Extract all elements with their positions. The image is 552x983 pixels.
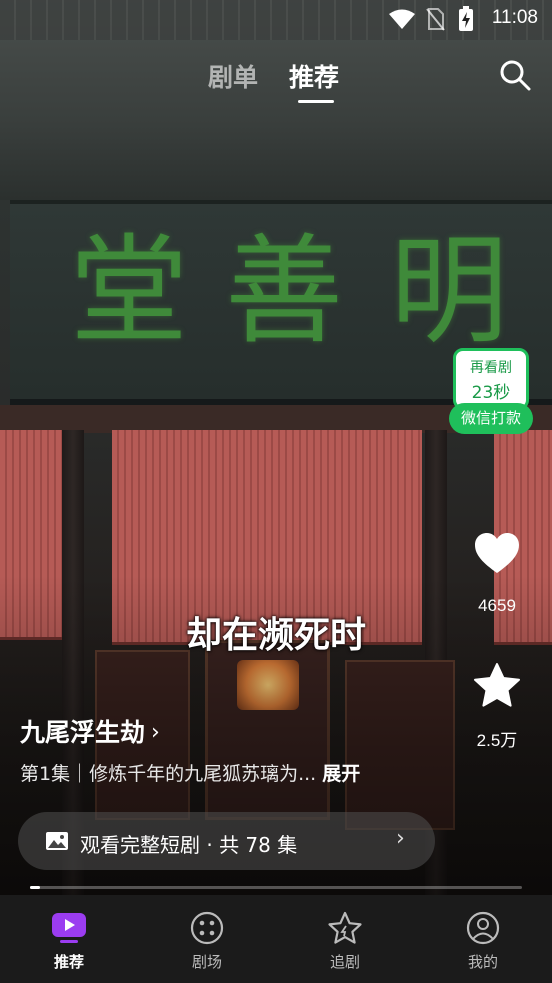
reward-label: 再看剧: [470, 360, 512, 376]
play-tv-icon: [52, 913, 86, 943]
reward-card: 再看剧 23秒: [453, 348, 529, 410]
watch-full-drama-button[interactable]: 观看完整短剧 · 共 78 集 ›: [18, 812, 435, 870]
wechat-payout-button[interactable]: 微信打款: [449, 403, 533, 434]
favorite-count: 2.5万: [476, 731, 518, 750]
watch-full-label: 观看完整短剧 · 共 78 集: [80, 833, 298, 857]
plaque-char: 明: [390, 222, 509, 360]
status-bar: 11:08: [0, 0, 552, 36]
plaque-char: 善: [225, 222, 344, 360]
chevron-right-icon: ›: [151, 720, 160, 745]
battery-charging-icon: [459, 6, 473, 31]
bottom-nav: 推荐 剧场 追剧 我的: [0, 895, 552, 983]
nav-item-follow[interactable]: 追剧: [276, 895, 414, 983]
video-progress-fill: [30, 886, 40, 889]
plaque-char: 堂: [70, 222, 189, 360]
nav-label: 我的: [467, 953, 498, 971]
nav-item-recommend[interactable]: 推荐: [0, 895, 138, 983]
video-subtitle: 却在濒死时: [185, 615, 366, 656]
drama-title: 九尾浮生劫: [20, 718, 146, 747]
nav-item-profile[interactable]: 我的: [414, 895, 552, 983]
drama-title-link[interactable]: 九尾浮生劫 ›: [20, 713, 160, 747]
episode-text: 第1集｜修炼千年的九尾狐苏璃为...: [20, 763, 317, 785]
star-icon: [328, 911, 362, 944]
top-tabs: 剧单 推荐: [0, 58, 552, 108]
search-icon[interactable]: [498, 58, 532, 92]
status-time: 11:08: [491, 7, 538, 28]
episode-description[interactable]: 第1集｜修炼千年的九尾狐苏璃为... 展开: [20, 759, 360, 786]
nav-label: 推荐: [53, 953, 84, 971]
nav-label: 剧场: [191, 953, 222, 971]
favorite-star-icon[interactable]: [473, 662, 521, 710]
profile-icon: [466, 911, 500, 945]
wifi-icon: [389, 9, 415, 29]
reward-countdown-badge[interactable]: 再看剧 23秒 微信打款: [449, 348, 533, 434]
chevron-right-icon: ›: [396, 826, 405, 851]
video-progress-bar[interactable]: [30, 886, 522, 889]
like-heart-icon[interactable]: [473, 530, 521, 578]
nav-item-theater[interactable]: 剧场: [138, 895, 276, 983]
no-sim-icon: [426, 8, 445, 31]
tab-drama-list[interactable]: 剧单: [208, 58, 258, 94]
reward-seconds: 23秒: [471, 383, 511, 403]
expand-button[interactable]: 展开: [322, 763, 360, 785]
image-gallery-icon: [46, 832, 68, 850]
tab-recommend[interactable]: 推荐: [289, 58, 339, 94]
theater-dots-icon: [190, 911, 224, 945]
nav-label: 追剧: [329, 953, 360, 971]
tab-active-indicator: [298, 100, 334, 103]
